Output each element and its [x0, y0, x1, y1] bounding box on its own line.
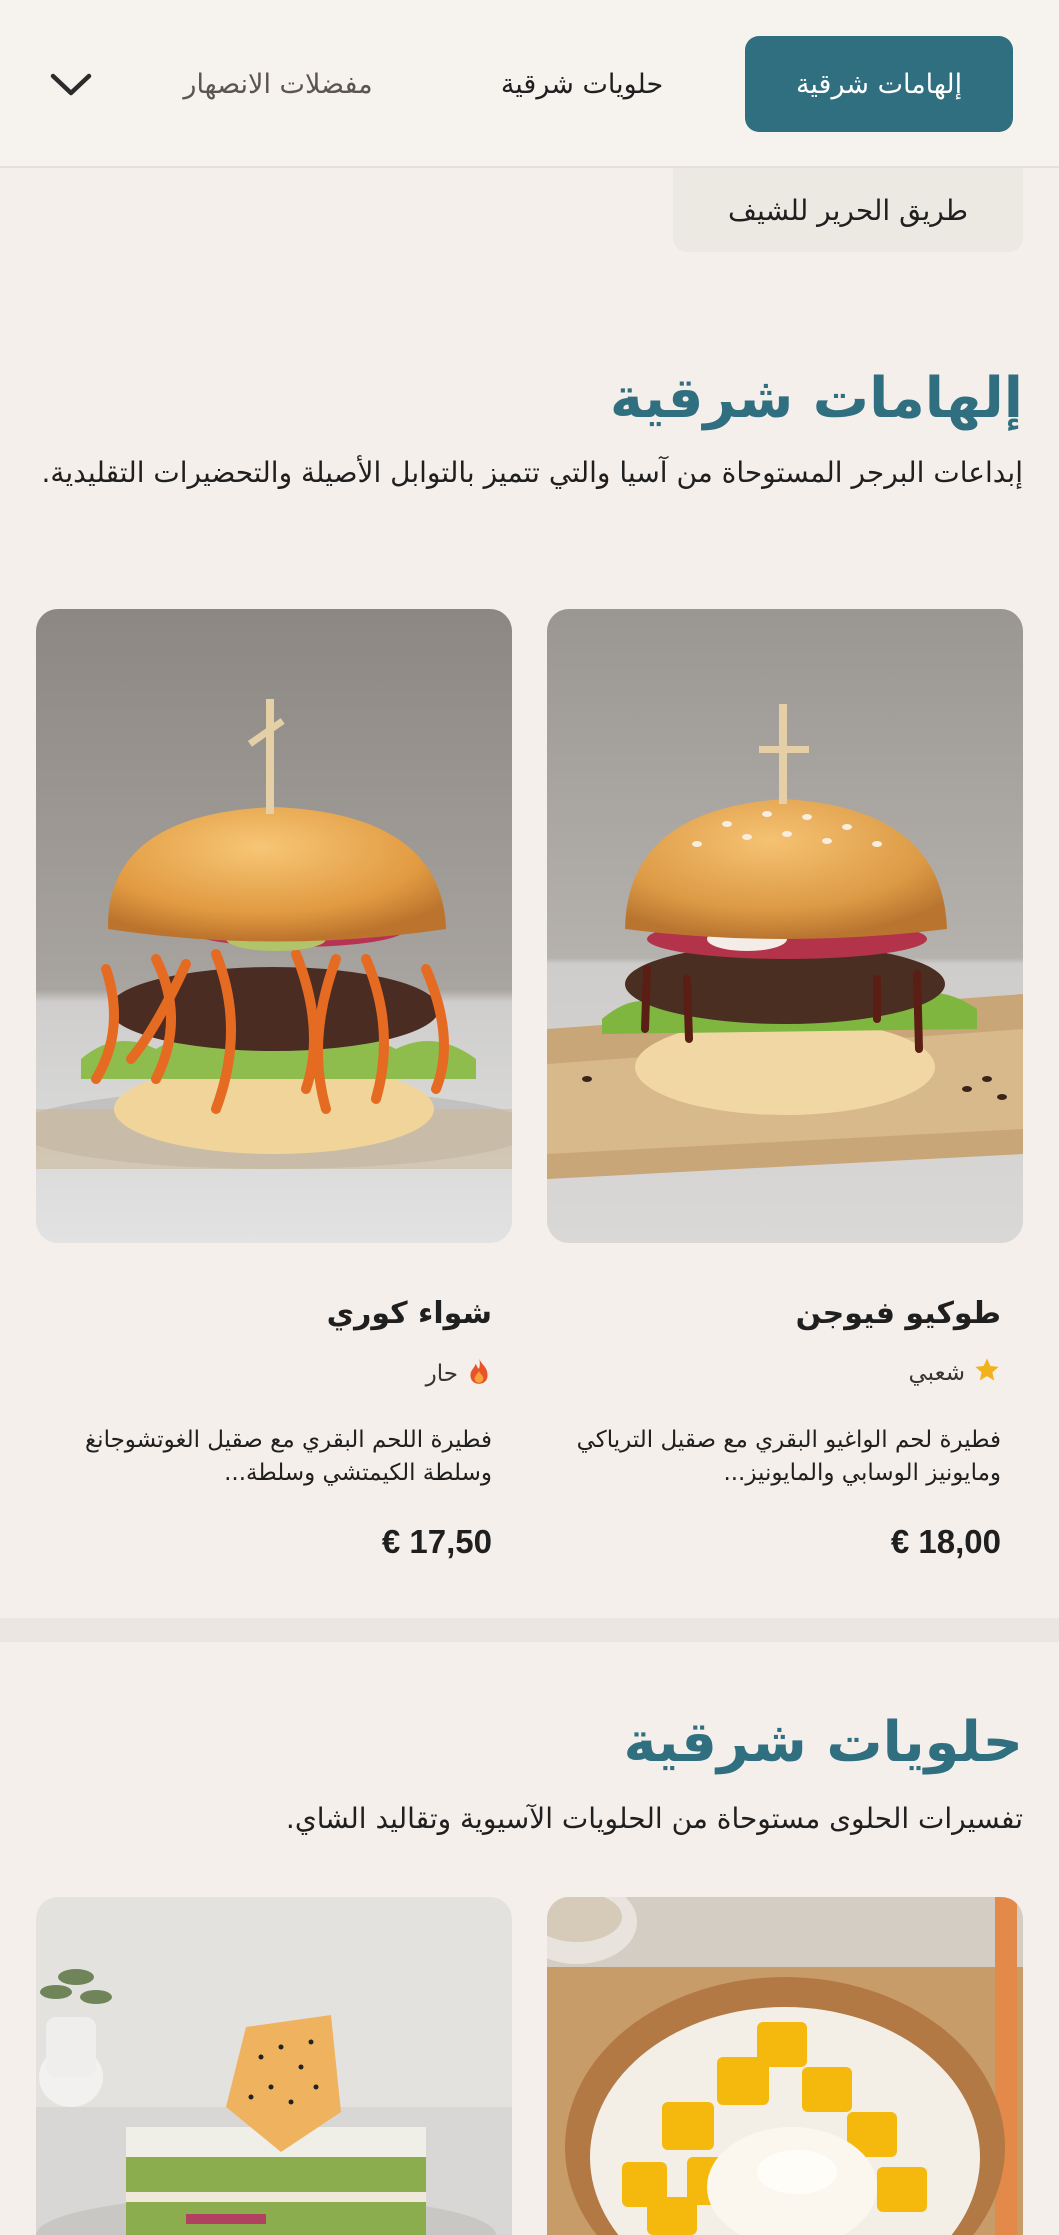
top-navigation: إلهامات شرقية حلويات شرقية مفضلات الانصه…	[0, 0, 1059, 168]
section-title: حلويات شرقية	[623, 1710, 1023, 1775]
item-description: فطيرة اللحم البقري مع صقيل الغوتشوجانغ و…	[84, 1427, 492, 1486]
section-title: إلهامات شرقية	[609, 366, 1023, 431]
burger-image-tokyo-fusion[interactable]	[547, 609, 1023, 1243]
tab-eastern-desserts[interactable]: حلويات شرقية	[467, 36, 697, 132]
item-tag-label: شعبي	[908, 1360, 965, 1386]
item-name: طوكيو فيوجن	[795, 1296, 1001, 1331]
burger-image-korean-bbq[interactable]	[36, 609, 512, 1243]
fire-icon	[466, 1356, 492, 1392]
dessert-image-cake[interactable]	[36, 1897, 512, 2235]
tab-fusion-favorites[interactable]: مفضلات الانصهار	[143, 36, 413, 132]
item-price: 18,00 €	[890, 1523, 1001, 1560]
section-description: إبداعات البرجر المستوحاة من آسيا والتي ت…	[41, 456, 1023, 489]
star-icon	[973, 1356, 1001, 1390]
dessert-image-mango[interactable]	[547, 1897, 1023, 2235]
item-tag: شعبي	[561, 1356, 1001, 1390]
chevron-down-icon[interactable]	[48, 62, 94, 108]
item-price: 17,50 €	[381, 1523, 492, 1560]
section-description: تفسيرات الحلوى مستوحاة من الحلويات الآسي…	[285, 1802, 1023, 1835]
tab-eastern-inspirations[interactable]: إلهامات شرقية	[745, 36, 1013, 132]
item-tag-label: حار	[425, 1361, 458, 1387]
item-name: شواء كوري	[326, 1296, 492, 1331]
section-divider	[0, 1618, 1059, 1642]
item-description: فطيرة لحم الواغيو البقري مع صقيل الترياك…	[576, 1427, 1001, 1486]
item-tag: حار	[52, 1356, 492, 1392]
tab-chef-silk-road[interactable]: طريق الحرير للشيف	[673, 168, 1023, 252]
